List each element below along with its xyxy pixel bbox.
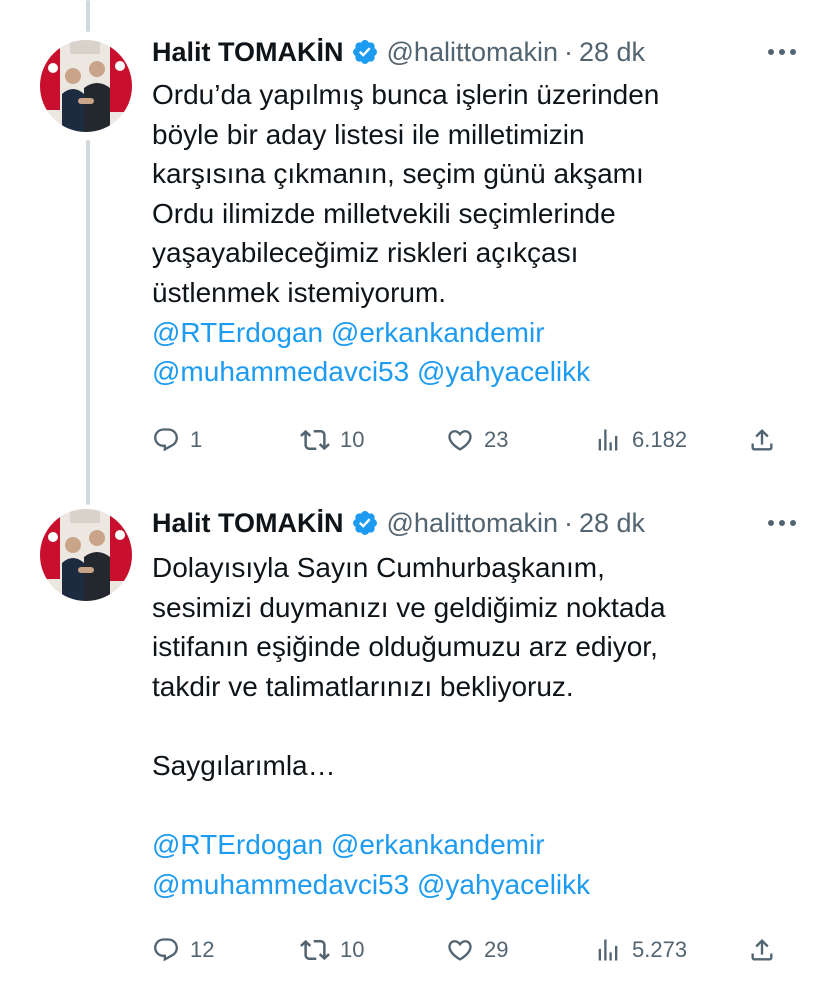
author-handle[interactable]: @halittomakin — [387, 37, 558, 68]
reply-bubble-icon — [154, 938, 178, 962]
share-upload-icon — [751, 939, 773, 961]
separator-dot: · — [564, 507, 573, 538]
like-button[interactable]: 29 — [446, 930, 508, 970]
tweet[interactable]: Halit TOMAKİN @halittomakin · 28 dk Dola… — [0, 500, 828, 991]
tweet-text: Ordu’da yapılmış bunca işlerin üzerinden… — [152, 75, 792, 392]
share-button[interactable] — [748, 420, 776, 460]
like-button[interactable]: 23 — [446, 420, 508, 460]
tweet-text-line: karşısına çıkmanın, seçim günü akşamı — [152, 158, 644, 190]
like-count: 23 — [484, 427, 509, 452]
mentions-line: @muhammedavci53 @yahyacelikk — [152, 352, 792, 392]
separator-dot: · — [564, 36, 573, 67]
views-bar-chart-icon — [598, 939, 618, 961]
tweet-text: Dolayısıyla Sayın Cumhurbaşkanım, sesimi… — [152, 548, 792, 904]
author-handle[interactable]: @halittomakin — [387, 508, 558, 539]
reply-count: 12 — [190, 937, 215, 962]
views-button[interactable]: 6.182 — [594, 420, 687, 460]
retweet-count: 10 — [340, 427, 365, 452]
views-bar-chart-icon — [598, 429, 618, 451]
retweet-button[interactable]: 10 — [300, 930, 364, 970]
tweet-timestamp[interactable]: 28 dk — [579, 37, 645, 68]
tweet-text-line: böyle bir aday listesi ile milletimizin — [152, 118, 585, 150]
retweet-count: 10 — [340, 937, 365, 962]
tweet[interactable]: Halit TOMAKİN @halittomakin · 28 dk Ordu… — [0, 0, 828, 500]
tweet-actions: 1 10 23 6.182 — [152, 420, 792, 460]
mention-link[interactable]: @muhammedavci53 — [152, 869, 409, 900]
mention-link[interactable]: @muhammedavci53 — [152, 356, 409, 387]
share-button[interactable] — [748, 930, 776, 970]
tweet-text-line: üstlenmek istemiyorum. — [152, 276, 447, 308]
tweet-actions: 12 10 29 5.273 — [152, 930, 792, 970]
mentions-line: @RTErdogan @erkankandemir — [152, 825, 792, 865]
retweet-arrows-icon — [300, 429, 330, 451]
heart-icon — [448, 430, 472, 451]
tweet-text-line: sesimizi duymanızı ve geldiğimiz noktada — [152, 591, 666, 623]
reply-bubble-icon — [154, 428, 178, 452]
tweet-text-line: Ordu ilimizde milletvekili seçimlerinde — [152, 197, 616, 229]
share-upload-icon — [751, 429, 773, 451]
tweet-text-line: Dolayısıyla Sayın Cumhurbaşkanım, — [152, 552, 605, 583]
mentions-line: @muhammedavci53 @yahyacelikk — [152, 865, 792, 905]
tweet-text-line: takdir ve talimatlarınızı bekliyoruz. — [152, 670, 574, 702]
author-name[interactable]: Halit TOMAKİN — [152, 508, 344, 539]
views-button[interactable]: 5.273 — [594, 930, 687, 970]
tweet-header: Halit TOMAKİN @halittomakin · 28 dk — [152, 503, 798, 543]
like-count: 29 — [484, 937, 509, 962]
author-name[interactable]: Halit TOMAKİN — [152, 37, 344, 68]
verified-badge-icon — [352, 40, 377, 64]
reply-button[interactable]: 12 — [152, 930, 214, 970]
mention-link[interactable]: @yahyacelikk — [417, 356, 590, 387]
mention-link[interactable]: @erkankandemir — [331, 317, 545, 348]
tweet-text-line: istifanın eşiğinde olduğumuzu arz ediyor… — [152, 631, 658, 663]
tweet-timestamp[interactable]: 28 dk — [579, 508, 645, 539]
mention-link[interactable]: @erkankandemir — [331, 829, 545, 860]
avatar-photo — [40, 40, 132, 132]
verified-badge-icon — [352, 511, 377, 535]
views-count: 5.273 — [632, 937, 688, 962]
views-count: 6.182 — [632, 427, 688, 452]
tweet-closing-line: Saygılarımla… — [152, 749, 336, 781]
more-horizontal-icon[interactable] — [766, 36, 798, 68]
avatar-photo — [40, 509, 132, 601]
heart-icon — [448, 940, 472, 961]
tweet-text-line: yaşayabileceğimiz riskleri açıkçası — [152, 237, 579, 269]
tweet-header: Halit TOMAKİN @halittomakin · 28 dk — [152, 32, 798, 72]
mentions-line: @RTErdogan @erkankandemir — [152, 313, 792, 353]
avatar[interactable] — [40, 40, 132, 132]
reply-count: 1 — [190, 427, 203, 452]
more-horizontal-icon[interactable] — [766, 507, 798, 539]
avatar[interactable] — [40, 509, 132, 601]
mention-link[interactable]: @yahyacelikk — [417, 869, 590, 900]
reply-button[interactable]: 1 — [152, 420, 202, 460]
mention-link[interactable]: @RTErdogan — [152, 829, 323, 860]
retweet-arrows-icon — [300, 939, 330, 961]
tweet-text-line: Ordu’da yapılmış bunca işlerin üzerinden — [152, 79, 660, 110]
retweet-button[interactable]: 10 — [300, 420, 364, 460]
mention-link[interactable]: @RTErdogan — [152, 317, 323, 348]
